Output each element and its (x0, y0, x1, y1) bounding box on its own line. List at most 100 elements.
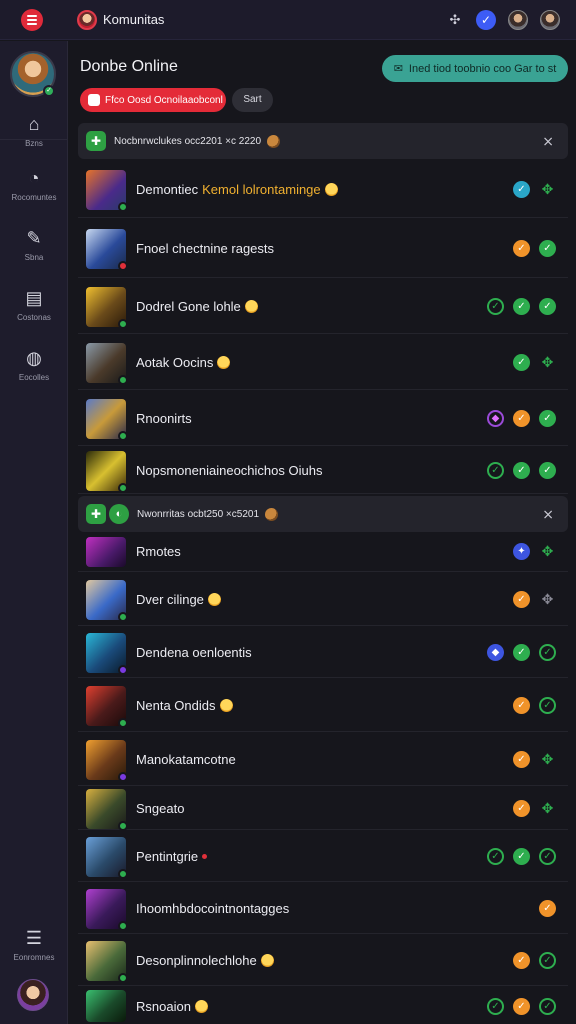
hero-thumbnail (86, 342, 128, 385)
list-item[interactable]: Manokatamcotne ✓ ✥ (78, 734, 568, 786)
accept-icon[interactable]: ✓ (539, 644, 556, 661)
list-item[interactable]: Dver cilinge ✓ ✥ (78, 574, 568, 626)
list-item[interactable]: Ihoomhbdocointnontagges ✓ (78, 884, 568, 934)
close-icon[interactable]: ⨯ (542, 133, 554, 150)
sidebar-item-calendar[interactable]: ▤ Costonas (0, 287, 68, 322)
list-item[interactable]: Nenta Ondids ✓ ✓ (78, 680, 568, 732)
list-item[interactable]: Rmotes ✦ ✥ (78, 532, 568, 572)
add-icon[interactable]: ✥ (539, 800, 556, 817)
section-title: Nwonrritas ocbt250 ×c5201 (137, 508, 260, 520)
hero-thumbnail (86, 398, 128, 441)
list-item[interactable]: Aotak Oocins ✓ ✥ (78, 336, 568, 390)
row-name: Fnoel chectnine ragests (136, 241, 275, 256)
sidebar-item-globe[interactable]: ◍ Eocolles (0, 347, 68, 382)
sidebar-item-stack[interactable]: ☰ Eonromnes (0, 927, 68, 962)
smile-icon (219, 699, 233, 712)
puzzle-icon[interactable]: ✣ (446, 11, 464, 29)
row-name: Nenta Ondids (136, 698, 216, 713)
smile-icon (217, 356, 231, 369)
status-check-icon[interactable]: ✓ (513, 410, 530, 427)
status-check-icon[interactable]: ✓ (513, 997, 530, 1015)
list-item[interactable]: Demontiec Kemol lolrontaminge ✓ ✥ (78, 162, 568, 218)
accept-icon[interactable]: ✓ (539, 410, 556, 427)
status-check-icon[interactable]: ✓ (513, 644, 530, 661)
status-check-icon[interactable]: ✓ (539, 900, 556, 917)
status-check-icon[interactable]: ✓ (513, 181, 530, 198)
alert-dot (202, 854, 208, 859)
status-check-icon[interactable]: ✓ (513, 751, 530, 768)
section-header[interactable]: ✚ Nocbnrwclukes occ2201 ×c 2220 ⨯ (78, 123, 568, 159)
status-check-icon[interactable]: ✓ (513, 591, 530, 608)
row-name: Rsnoaion (136, 998, 191, 1014)
invite-button[interactable]: ✉ Ined tiod toobnio coo Gar to st (382, 55, 568, 82)
online-dot (118, 482, 128, 493)
status-outline-icon[interactable]: ✓ (487, 462, 504, 479)
accept-icon[interactable]: ✓ (539, 697, 556, 714)
list-item[interactable]: Nopsmoneniaineochichos Oiuhs ✓ ✓ ✓ (78, 448, 568, 494)
list-item[interactable]: Dodrel Gone lohle ✓ ✓ ✓ (78, 280, 568, 334)
accept-icon[interactable]: ✓ (539, 997, 556, 1015)
status-check-icon[interactable]: ✓ (513, 298, 530, 315)
section-header[interactable]: ✚ ◐ Nwonrritas ocbt250 ×c5201 ⨯ (78, 496, 568, 532)
row-name: Rmotes (136, 544, 181, 559)
accept-icon[interactable]: ✓ (539, 462, 556, 479)
cookie-icon (265, 507, 279, 521)
status-blue-icon[interactable]: ✦ (513, 543, 530, 560)
compass-icon: ◔ (28, 168, 40, 188)
status-check-icon[interactable]: ✓ (513, 462, 530, 479)
status-dot (118, 664, 128, 675)
add-icon[interactable]: ✥ (539, 751, 556, 768)
status-outline-icon[interactable]: ✓ (487, 997, 504, 1015)
sidebar-item-home[interactable]: ⌂ Bzns (0, 113, 68, 148)
online-dot (118, 201, 128, 212)
list-item[interactable]: Fnoel chectnine ragests ✓ ✓ (78, 220, 568, 278)
close-icon[interactable]: ⨯ (542, 506, 554, 523)
message-icon: ✉ (393, 63, 403, 75)
accept-icon[interactable]: ✓ (539, 298, 556, 315)
status-check-icon[interactable]: ✓ (513, 952, 530, 969)
status-check-icon[interactable]: ✓ (513, 240, 530, 257)
list-item[interactable]: Rnoonirts ◆ ✓ ✓ (78, 392, 568, 446)
friend-avatar[interactable] (508, 9, 528, 30)
status-check-icon[interactable]: ✓ (513, 800, 530, 817)
verified-icon[interactable]: ✓ (476, 9, 496, 30)
accept-icon[interactable]: ✓ (539, 952, 556, 969)
smile-icon (260, 954, 274, 967)
sidebar-item-explore[interactable]: ◔ Rocomuntes (0, 167, 68, 202)
menu-button[interactable] (21, 8, 43, 31)
list-item[interactable]: Sngeato ✓ ✥ (78, 788, 568, 831)
list-item[interactable]: Pentintgrie ✓ ✓ ✓ (78, 832, 568, 882)
add-icon[interactable]: ✥ (539, 591, 556, 608)
hero-thumbnail (86, 228, 128, 271)
calendar-icon: ▤ (25, 288, 43, 308)
status-outline-icon[interactable]: ✓ (487, 848, 504, 865)
status-check-icon[interactable]: ✓ (513, 354, 530, 371)
add-icon[interactable]: ✥ (539, 543, 556, 560)
hero-thumbnail (86, 888, 128, 931)
list-item[interactable]: Desonplinnolechlohe ✓ ✓ (78, 936, 568, 986)
status-check-icon[interactable]: ✓ (513, 697, 530, 714)
status-purple-icon[interactable]: ◆ (487, 410, 504, 427)
user-avatar[interactable] (540, 9, 560, 30)
status-check-icon[interactable]: ✓ (513, 848, 530, 865)
hero-thumbnail (86, 632, 128, 675)
pencil-icon: ✎ (26, 228, 42, 248)
status-blue-icon[interactable]: ◆ (487, 644, 504, 661)
status-outline-icon[interactable]: ✓ (487, 298, 504, 315)
row-name: Manokatamcotne (136, 752, 236, 767)
accept-icon[interactable]: ✓ (539, 240, 556, 257)
list-item[interactable]: Dendena oenloentis ◆ ✓ ✓ (78, 628, 568, 678)
accept-icon[interactable]: ✓ (539, 848, 556, 865)
sidebar-item-label: Bzns (25, 139, 43, 148)
sort-button[interactable]: Sart (232, 88, 273, 112)
list-item[interactable]: Rsnoaion ✓ ✓ ✓ (78, 988, 568, 1024)
add-icon[interactable]: ✥ (539, 354, 556, 371)
add-icon[interactable]: ✥ (539, 181, 556, 198)
account-avatar[interactable] (17, 979, 49, 1011)
row-extra: Kemol lolrontaminge (202, 182, 321, 197)
online-dot (118, 972, 128, 983)
filter-pill[interactable]: Ffco Oosd Ocnoilaaobconl (80, 88, 226, 112)
sidebar-item-edit[interactable]: ✎ Sbna (0, 227, 68, 262)
community-avatar[interactable] (77, 9, 97, 30)
online-dot (118, 430, 128, 441)
